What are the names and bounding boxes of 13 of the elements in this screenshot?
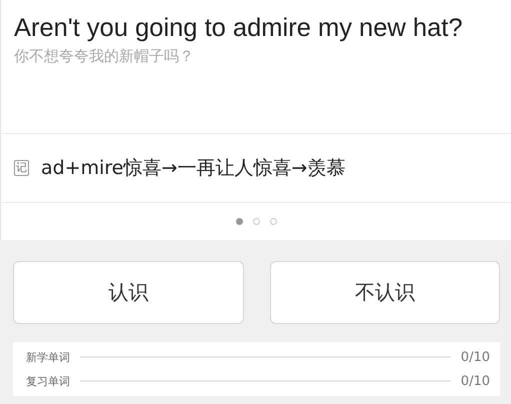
progress-count: 0/10 — [460, 374, 490, 388]
page-dot[interactable] — [270, 218, 276, 225]
progress-count: 0/10 — [460, 350, 490, 364]
progress-label: 新学单词 — [26, 350, 70, 364]
page-dot[interactable] — [252, 218, 260, 225]
example-sentence: Aren't you going to admire my new hat? — [14, 14, 464, 43]
page-dot[interactable] — [236, 218, 242, 225]
know-button[interactable]: 认识 — [13, 261, 244, 324]
progress-label: 复习单词 — [26, 374, 70, 388]
mnemonic-badge: 记 — [14, 160, 29, 176]
dont-know-button[interactable]: 不认识 — [270, 261, 500, 324]
sentence-translation: 你不想夸夸我的新帽子吗？ — [14, 47, 195, 66]
mnemonic-text: ad+mire惊喜→一再让人惊喜→羡慕 — [41, 156, 346, 181]
